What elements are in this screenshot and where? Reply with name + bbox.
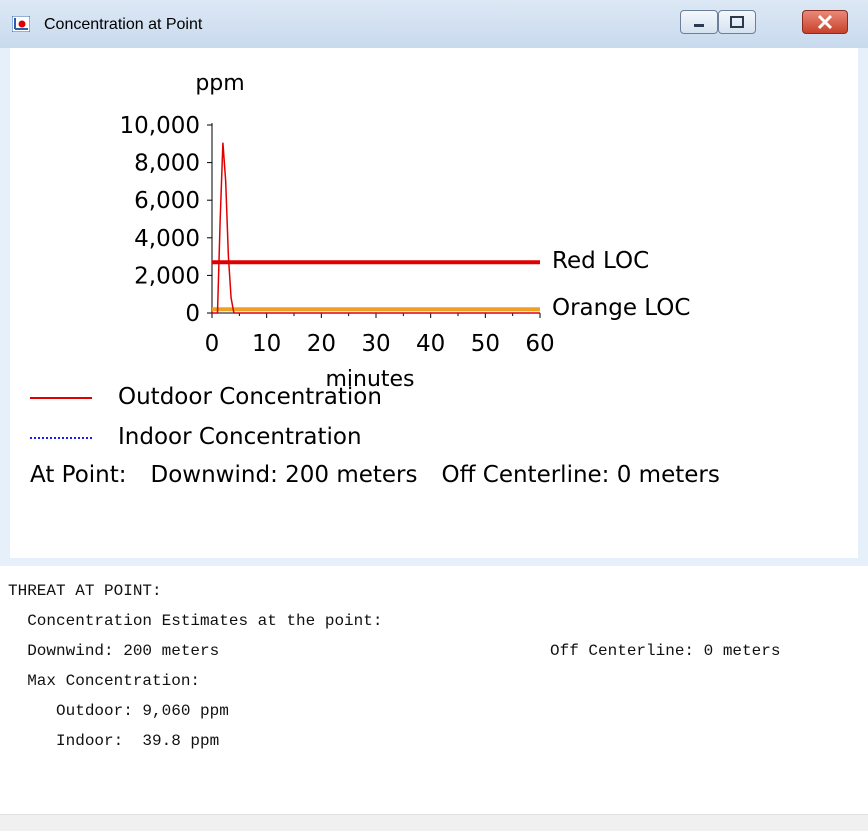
minimize-icon — [694, 24, 704, 27]
x-tick-label: 60 — [525, 331, 554, 357]
y-tick-label: 10,000 — [120, 113, 200, 139]
window-title: Concentration at Point — [44, 16, 203, 33]
concentration-chart: 0 2,000 4,000 6,000 8,000 10,000 0 10 20 30 40 50 60… — [120, 71, 691, 392]
report-heading: THREAT AT POINT: — [8, 582, 162, 600]
report-max-label: Max Concentration: — [8, 672, 201, 690]
legend-indoor-label: Indoor Concentration — [118, 424, 362, 450]
report-outdoor: Outdoor: 9,060 ppm — [8, 702, 229, 720]
report-off-centerline: Off Centerline: 0 meters — [550, 642, 781, 660]
point-off-centerline: Off Centerline: 0 meters — [441, 462, 720, 488]
y-tick-label: 6,000 — [134, 188, 200, 214]
point-prefix: At Point: — [30, 462, 127, 488]
app-chart-icon — [12, 16, 30, 32]
legend-outdoor-label: Outdoor Concentration — [118, 384, 382, 410]
y-tick-label: 0 — [185, 301, 200, 327]
close-button[interactable] — [802, 10, 848, 34]
x-tick-label: 0 — [205, 331, 220, 357]
horizontal-scrollbar[interactable] — [0, 814, 868, 831]
y-tick-label: 2,000 — [134, 263, 200, 289]
x-tick-label: 40 — [416, 331, 445, 357]
chart-area: 0 2,000 4,000 6,000 8,000 10,000 0 10 20 30 40 50 60… — [10, 48, 858, 558]
title-bar[interactable]: Concentration at Point — [0, 0, 868, 48]
maximize-button[interactable] — [718, 10, 756, 34]
loc-label: Orange LOC — [552, 295, 690, 321]
y-tick-label: 8,000 — [134, 151, 200, 177]
x-tick-label: 10 — [252, 331, 281, 357]
point-info: At Point: Downwind: 200 meters Off Centerl… — [30, 462, 744, 488]
concentration-window: Concentration at Point 0 2,000 4,000 6,000 8… — [0, 0, 868, 566]
x-tick-label: 50 — [471, 331, 500, 357]
x-tick-label: 20 — [307, 331, 336, 357]
loc-label: Red LOC — [552, 248, 649, 274]
y-tick-label: 4,000 — [134, 226, 200, 252]
minimize-button[interactable] — [680, 10, 718, 34]
outdoor-legend-swatch — [30, 396, 92, 399]
legend-outdoor: Outdoor Concentration — [30, 384, 382, 410]
report-downwind: Downwind: 200 meters — [8, 642, 220, 660]
x-tick-label: 30 — [361, 331, 390, 357]
indoor-legend-swatch — [30, 436, 92, 439]
point-downwind: Downwind: 200 meters — [150, 462, 418, 488]
series-line — [212, 142, 540, 314]
report-indoor: Indoor: 39.8 ppm — [8, 732, 220, 750]
report-subheading: Concentration Estimates at the point: — [8, 612, 383, 630]
legend-indoor: Indoor Concentration — [30, 424, 362, 450]
threat-report: THREAT AT POINT: Concentration Estimates… — [0, 576, 868, 806]
close-icon — [817, 14, 833, 30]
maximize-icon — [730, 16, 744, 28]
y-axis-label: ppm — [195, 71, 244, 96]
